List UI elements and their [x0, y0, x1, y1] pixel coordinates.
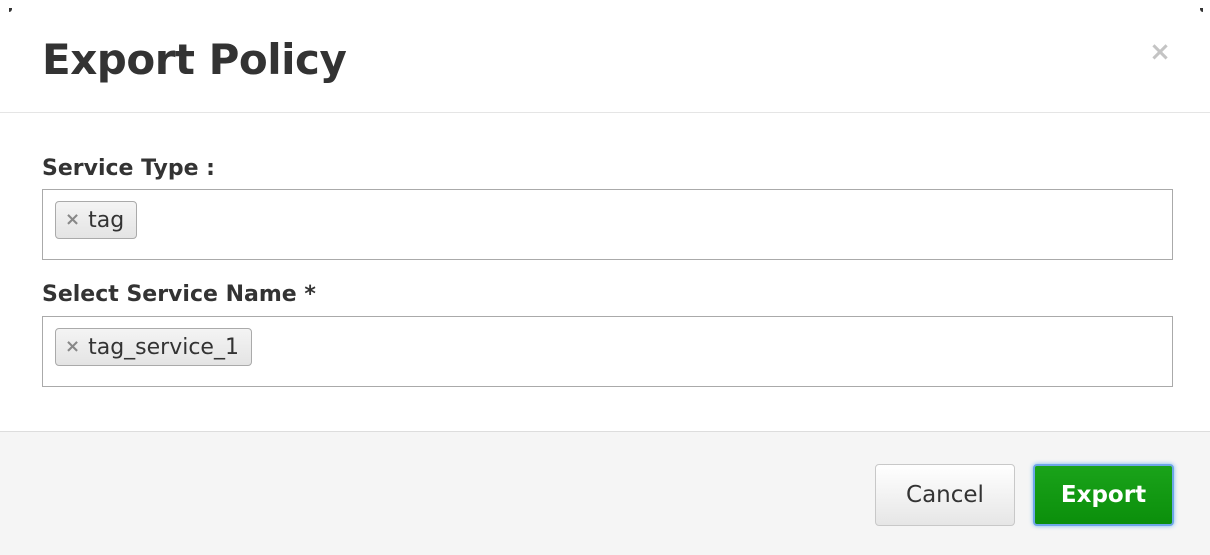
service-name-label: Select Service Name *	[42, 282, 316, 307]
service-name-chip-label: tag_service_1	[88, 334, 239, 360]
close-icon[interactable]: ×	[1146, 38, 1174, 66]
dialog-body: Service Type : × tag Select Service Name…	[0, 113, 1210, 432]
cancel-button[interactable]: Cancel	[875, 464, 1015, 526]
export-button[interactable]: Export	[1033, 464, 1174, 526]
remove-icon[interactable]: ×	[65, 338, 80, 356]
service-name-select[interactable]: × tag_service_1	[42, 316, 1173, 387]
remove-icon[interactable]: ×	[65, 211, 80, 229]
service-type-select[interactable]: × tag	[42, 189, 1173, 260]
service-name-chip: × tag_service_1	[55, 328, 252, 366]
service-type-label: Service Type :	[42, 156, 215, 181]
service-type-chip: × tag	[55, 201, 138, 239]
dialog-header: Export Policy ×	[0, 0, 1210, 113]
service-type-chip-label: tag	[88, 207, 125, 233]
export-policy-dialog: Export Policy × Service Type : × tag Sel…	[0, 0, 1210, 555]
dialog-title: Export Policy	[42, 35, 347, 84]
dialog-footer: Cancel Export	[0, 431, 1210, 555]
